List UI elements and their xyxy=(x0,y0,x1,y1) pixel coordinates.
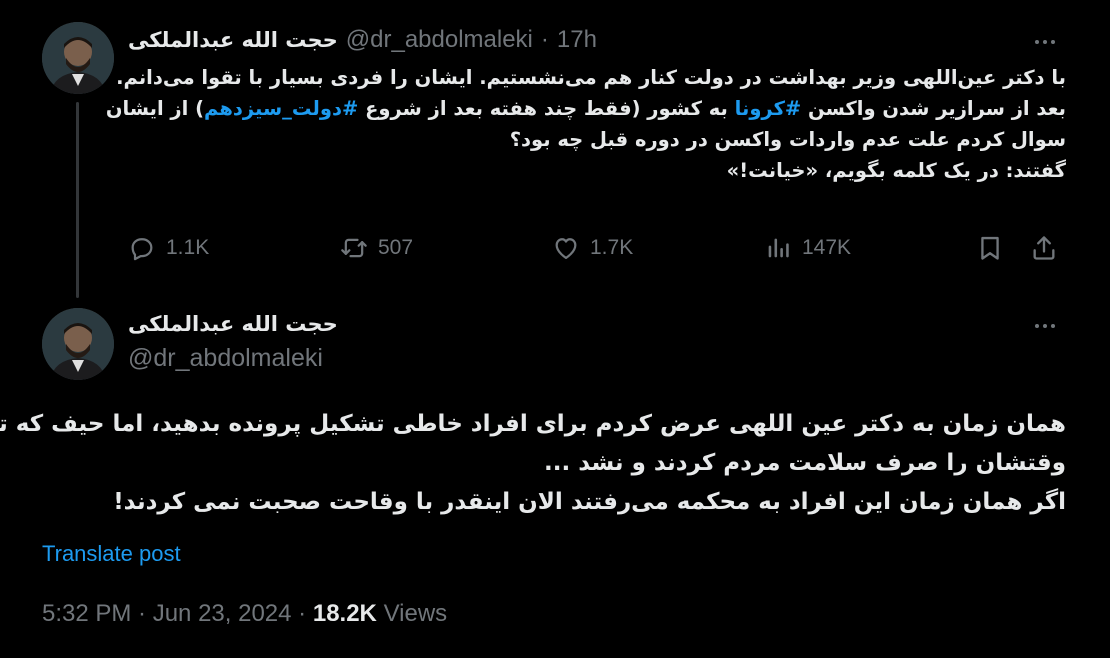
avatar[interactable] xyxy=(42,308,114,380)
tweet-text: با دکتر عین‌اللهی وزیر بهداشت در دولت کن… xyxy=(116,66,1066,89)
tweet1-body: با دکتر عین‌اللهی وزیر بهداشت در دولت کن… xyxy=(106,62,1066,186)
reply-button[interactable]: 1.1K xyxy=(128,228,209,268)
tweet1-line: بعد از سرازیر شدن واکسن #کرونا به کشور (… xyxy=(106,93,1066,124)
reply-icon xyxy=(128,234,156,262)
more-icon[interactable] xyxy=(1028,32,1062,52)
tweet2-line: وقتشان را صرف سلامت مردم کردند و نشد ... xyxy=(544,450,1066,476)
header-separator: · xyxy=(540,26,549,53)
like-button[interactable]: 1.7K xyxy=(552,228,633,268)
bookmark-icon xyxy=(976,234,1004,262)
post-timestamp[interactable]: 5:32 PM · Jun 23, 2024 xyxy=(42,600,292,627)
post-time[interactable]: 17h xyxy=(557,26,597,54)
meta-separator: · xyxy=(298,600,307,627)
tweet1-line: سوال کردم علت عدم واردات واکسن در دوره ق… xyxy=(128,124,1066,155)
more-icon[interactable] xyxy=(1028,316,1062,336)
views-button[interactable]: 147K xyxy=(764,228,851,268)
tweet-text: بعد از سرازیر شدن واکسن xyxy=(801,97,1066,120)
tweet1-header: حجت الله عبدالملکی @dr_abdolmaleki · 17h xyxy=(128,26,597,54)
views-count: 147K xyxy=(802,236,852,259)
tweet2-line: اگر همان زمان این افراد به محکمه می‌رفتن… xyxy=(113,489,1066,515)
author-name[interactable]: حجت الله عبدالملکی xyxy=(128,312,338,336)
bookmark-button[interactable] xyxy=(976,228,1004,268)
tweet1-action-bar: 1.1K 507 1.7K 147K xyxy=(128,228,1064,268)
repost-count: 507 xyxy=(378,236,414,259)
post-views-label: Views xyxy=(383,600,448,627)
share-icon xyxy=(1030,234,1058,262)
heart-icon xyxy=(552,234,580,262)
tweet1-line: با دکتر عین‌اللهی وزیر بهداشت در دولت کن… xyxy=(116,62,1066,93)
views-icon xyxy=(764,234,792,262)
hashtag-link[interactable]: #دولت_سیزدهم xyxy=(204,97,358,120)
author-name[interactable]: حجت الله عبدالملکی xyxy=(128,28,338,52)
post-meta: 5:32 PM · Jun 23, 2024 · 18.2K Views xyxy=(42,600,447,628)
repost-icon xyxy=(340,234,368,262)
share-button[interactable] xyxy=(1030,228,1058,268)
tweet-text: ) از ایشان xyxy=(105,97,205,120)
tweet1-line: گفتند: در یک کلمه بگویم، «خیانت!» xyxy=(128,155,1066,186)
repost-button[interactable]: 507 xyxy=(340,228,413,268)
author-handle[interactable]: @dr_abdolmaleki xyxy=(128,344,323,373)
avatar[interactable] xyxy=(42,22,114,94)
tweet-text: گفتند: در یک کلمه بگویم، «خیانت!» xyxy=(726,159,1066,182)
post-views-count: 18.2K xyxy=(312,600,377,627)
thread-connector xyxy=(76,102,79,298)
reply-count: 1.1K xyxy=(166,236,210,259)
tweet-text: سوال کردم علت عدم واردات واکسن در دوره ق… xyxy=(509,128,1066,151)
like-count: 1.7K xyxy=(590,236,634,259)
tweet2-body: همان زمان به دکتر عین اللهی عرض کردم برا… xyxy=(0,405,1066,522)
author-handle[interactable]: @dr_abdolmaleki xyxy=(346,26,533,54)
hashtag-link[interactable]: #کرونا xyxy=(735,97,802,120)
tweet2-line: همان زمان به دکتر عین اللهی عرض کردم برا… xyxy=(0,411,1066,437)
tweet-text: به کشور (فقط چند هفته بعد از شروع xyxy=(358,97,735,120)
translate-post-link[interactable]: Translate post xyxy=(42,541,181,567)
